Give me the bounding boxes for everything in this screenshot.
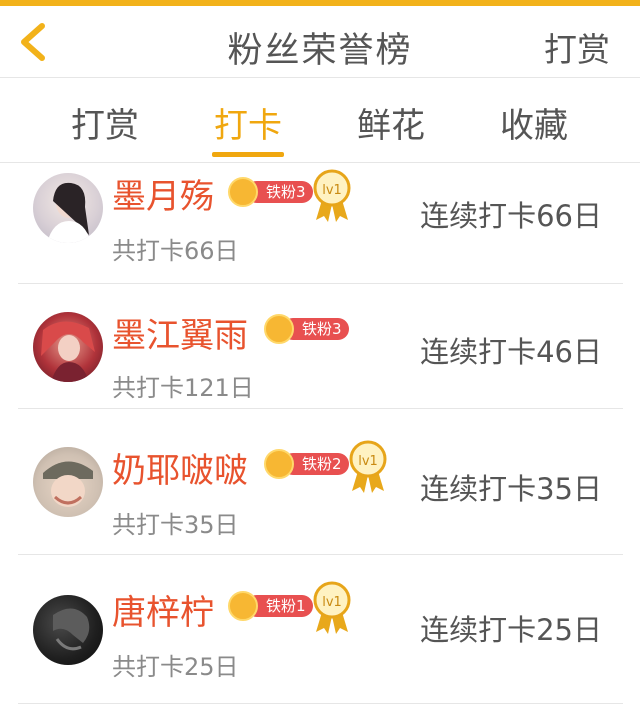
- header: 粉丝荣誉榜 打赏: [0, 6, 640, 78]
- fan-level-badge: 铁粉3: [264, 314, 349, 344]
- level-medal-icon: lv1: [313, 581, 351, 634]
- active-tab-indicator: [212, 152, 284, 157]
- avatar[interactable]: [33, 312, 103, 382]
- streak-count: 连续打卡46日: [420, 335, 602, 369]
- list-item[interactable]: 墨月殇 铁粉3 lv1 共打卡66日 连续打卡66日: [0, 163, 640, 283]
- crown-icon: [228, 591, 258, 621]
- avatar[interactable]: [33, 447, 103, 517]
- svg-text:lv1: lv1: [322, 183, 342, 198]
- crown-icon: [228, 177, 258, 207]
- level-medal-icon: lv1: [313, 169, 351, 222]
- reward-button[interactable]: 打赏: [544, 23, 610, 71]
- crown-icon: [264, 314, 294, 344]
- svg-text:lv1: lv1: [322, 595, 342, 610]
- tab-favorites[interactable]: 收藏: [484, 98, 584, 147]
- fan-list: 墨月殇 铁粉3 lv1 共打卡66日 连续打卡66日 墨江翼雨 铁粉3 共打卡1…: [0, 163, 640, 707]
- total-checkins: 共打卡66日: [112, 237, 239, 265]
- total-checkins: 共打卡35日: [112, 511, 239, 539]
- tab-flowers[interactable]: 鲜花: [341, 98, 441, 147]
- fan-level-badge: 铁粉1: [228, 591, 313, 621]
- avatar[interactable]: [33, 173, 103, 243]
- svg-text:lv1: lv1: [358, 454, 378, 469]
- fan-name[interactable]: 墨月殇: [112, 169, 214, 218]
- total-checkins: 共打卡25日: [112, 653, 239, 681]
- avatar[interactable]: [33, 595, 103, 665]
- tab-reward[interactable]: 打赏: [55, 98, 155, 147]
- list-item[interactable]: 奶耶啵啵 铁粉2 lv1 共打卡35日 连续打卡35日: [0, 409, 640, 554]
- fan-name[interactable]: 墨江翼雨: [112, 308, 248, 357]
- total-checkins: 共打卡121日: [112, 374, 254, 402]
- streak-count: 连续打卡35日: [420, 472, 602, 506]
- row-divider: [18, 703, 623, 704]
- crown-icon: [264, 449, 294, 479]
- fan-level-badge: 铁粉2: [264, 449, 349, 479]
- streak-count: 连续打卡66日: [420, 199, 602, 233]
- fan-name[interactable]: 奶耶啵啵: [112, 443, 248, 492]
- list-item[interactable]: 墨江翼雨 铁粉3 共打卡121日 连续打卡46日: [0, 284, 640, 408]
- streak-count: 连续打卡25日: [420, 613, 602, 647]
- tab-bar: 打赏 打卡 鲜花 收藏: [0, 78, 640, 162]
- level-medal-icon: lv1: [349, 440, 387, 493]
- fan-name[interactable]: 唐梓柠: [112, 585, 214, 634]
- fan-level-badge: 铁粉3: [228, 177, 313, 207]
- tab-checkin[interactable]: 打卡: [198, 98, 298, 147]
- list-item[interactable]: 唐梓柠 铁粉1 lv1 共打卡25日 连续打卡25日: [0, 555, 640, 705]
